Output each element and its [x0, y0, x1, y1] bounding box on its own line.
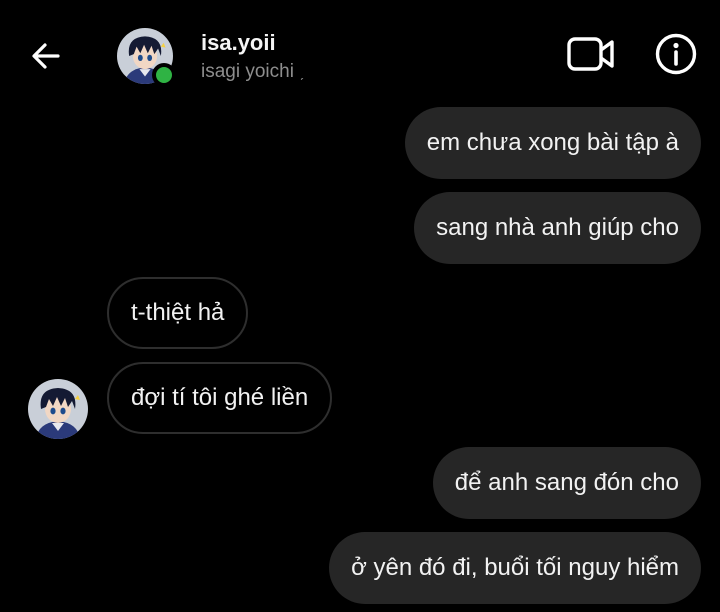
message-bubble-sent[interactable]: em chưa xong bài tập à — [404, 107, 701, 179]
message-bubble-sent[interactable]: ở yên đó đi, buổi tối nguy hiểm — [329, 532, 701, 604]
message-text: em chưa xong bài tập à — [426, 129, 679, 156]
info-icon — [655, 33, 697, 75]
online-status-dot — [152, 63, 176, 87]
contact-avatar[interactable] — [117, 28, 176, 87]
message-text: đợi tí tôi ghé liền — [131, 384, 309, 411]
back-button[interactable] — [26, 36, 66, 76]
info-button[interactable] — [654, 32, 698, 76]
avatar-image — [28, 379, 88, 439]
message-bubble-received[interactable]: đợi tí tôi ghé liền — [107, 362, 333, 434]
video-call-icon — [567, 37, 614, 71]
message-bubble-sent[interactable]: để anh sang đón cho — [432, 447, 701, 519]
arrow-left-icon — [32, 43, 60, 69]
chat-header: isa.yoii isagi yoichi ˏ — [0, 0, 720, 100]
message-text: để anh sang đón cho — [454, 469, 679, 496]
message-bubble-sent[interactable]: sang nhà anh giúp cho — [414, 192, 701, 264]
header-display-name: isagi yoichi ˏ — [201, 61, 304, 83]
message-text: t-thiệt hả — [131, 299, 225, 326]
display-name-suffix: ˏ — [299, 64, 304, 80]
message-text: sang nhà anh giúp cho — [436, 214, 679, 241]
message-text: ở yên đó đi, buổi tối nguy hiểm — [351, 554, 679, 581]
display-name-text: isagi yoichi — [201, 61, 294, 82]
sender-avatar[interactable] — [28, 379, 88, 439]
message-bubble-received[interactable]: t-thiệt hả — [107, 277, 249, 349]
video-call-button[interactable] — [566, 34, 616, 74]
header-username[interactable]: isa.yoii — [201, 30, 276, 56]
